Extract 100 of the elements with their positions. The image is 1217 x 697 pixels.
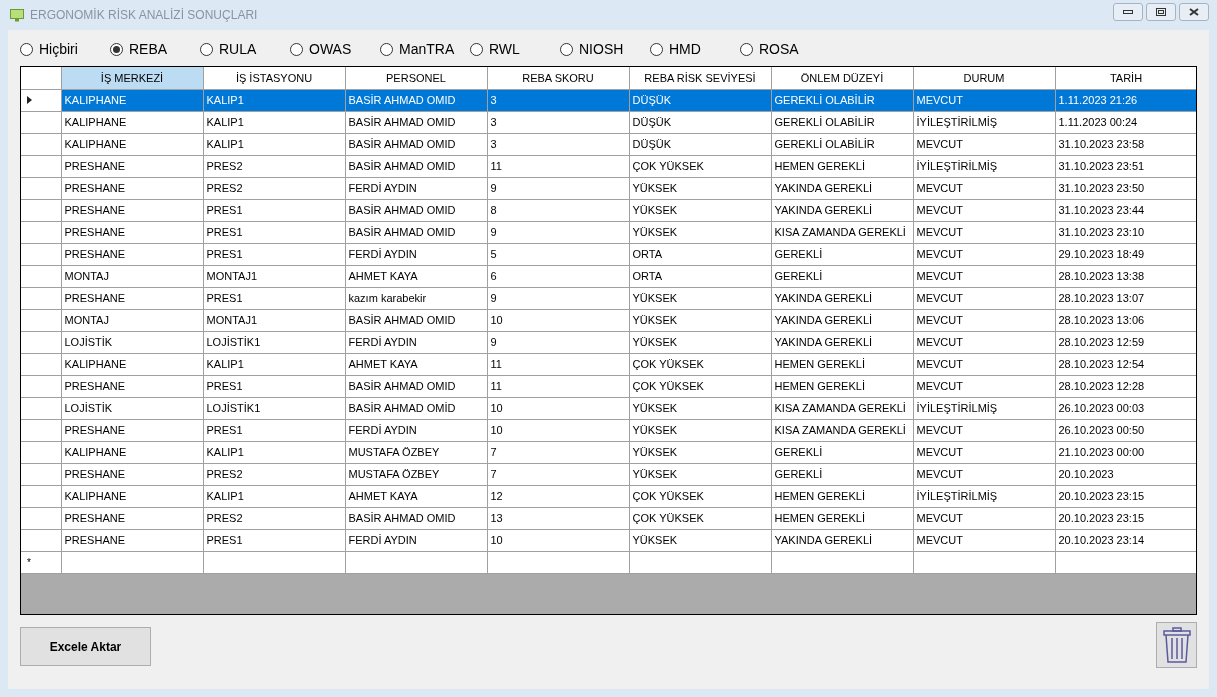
table-cell: BASİR AHMAD OMİD <box>345 397 487 419</box>
close-icon <box>1189 8 1199 16</box>
table-cell: PRES1 <box>203 419 345 441</box>
method-radio[interactable]: NIOSH <box>560 38 650 60</box>
table-cell: KISA ZAMANDA GEREKLİ <box>771 221 913 243</box>
table-cell: 8 <box>487 199 629 221</box>
table-cell: YAKINDA GEREKLİ <box>771 199 913 221</box>
table-cell: YÜKSEK <box>629 441 771 463</box>
table-cell: HEMEN GEREKLİ <box>771 375 913 397</box>
method-radio[interactable]: ROSA <box>740 38 830 60</box>
export-button[interactable]: Excele Aktar <box>20 627 151 666</box>
method-radio[interactable]: Hiçbiri <box>20 38 110 60</box>
table-cell: 9 <box>487 331 629 353</box>
table-cell: PRESHANE <box>61 177 203 199</box>
table-cell: MUSTAFA ÖZBEY <box>345 441 487 463</box>
method-radio[interactable]: OWAS <box>290 38 380 60</box>
table-cell: YAKINDA GEREKLİ <box>771 529 913 551</box>
table-cell: 31.10.2023 23:51 <box>1055 155 1196 177</box>
table-cell: PRES2 <box>203 155 345 177</box>
table-cell: YAKINDA GEREKLİ <box>771 309 913 331</box>
table-cell: DÜŞÜK <box>629 111 771 133</box>
table-cell: HEMEN GEREKLİ <box>771 155 913 177</box>
table-cell: 13 <box>487 507 629 529</box>
table-cell: PRES1 <box>203 529 345 551</box>
table-cell: GEREKLİ <box>771 463 913 485</box>
table-cell: ÇOK YÜKSEK <box>629 507 771 529</box>
table-cell: 7 <box>487 463 629 485</box>
table-cell: FERDİ AYDIN <box>345 419 487 441</box>
table-cell: 6 <box>487 265 629 287</box>
table-cell: PRESHANE <box>61 155 203 177</box>
method-radio[interactable]: HMD <box>650 38 740 60</box>
table-cell: PRESHANE <box>61 463 203 485</box>
table-cell: 9 <box>487 287 629 309</box>
table-cell: KALIPHANE <box>61 353 203 375</box>
table-cell: 11 <box>487 353 629 375</box>
trash-icon <box>1162 627 1191 663</box>
table-cell: PRES2 <box>203 463 345 485</box>
table-cell: PRES2 <box>203 177 345 199</box>
column-header[interactable]: DURUM <box>913 67 1055 89</box>
method-radio[interactable]: RULA <box>200 38 290 60</box>
table-cell: MEVCUT <box>913 243 1055 265</box>
column-header[interactable]: İŞ İSTASYONU <box>203 67 345 89</box>
table-cell: LOJİSTİK1 <box>203 331 345 353</box>
table-cell: GEREKLİ <box>771 243 913 265</box>
table-cell: KALIPHANE <box>61 485 203 507</box>
table-cell: LOJİSTİK1 <box>203 397 345 419</box>
table-cell: 28.10.2023 12:54 <box>1055 353 1196 375</box>
table-cell: 12 <box>487 485 629 507</box>
app-icon <box>10 8 24 22</box>
table-cell: PRES1 <box>203 243 345 265</box>
table-cell: LOJİSTİK <box>61 397 203 419</box>
table-cell: YÜKSEK <box>629 199 771 221</box>
table-cell: FERDİ AYDIN <box>345 177 487 199</box>
table-cell: FERDİ AYDIN <box>345 331 487 353</box>
table-cell: 9 <box>487 221 629 243</box>
table-cell: KALIP1 <box>203 485 345 507</box>
table-cell: MEVCUT <box>913 375 1055 397</box>
column-header[interactable]: ÖNLEM DÜZEYİ <box>771 67 913 89</box>
maximize-button[interactable] <box>1146 3 1176 21</box>
table-cell: KALIP1 <box>203 441 345 463</box>
table-cell: YÜKSEK <box>629 177 771 199</box>
method-radio[interactable]: ManTRA <box>380 38 470 60</box>
table-cell: BASİR AHMAD OMID <box>345 111 487 133</box>
table-cell: KALIP1 <box>203 111 345 133</box>
column-header[interactable]: İŞ MERKEZİ <box>61 67 203 89</box>
table-cell: KALIP1 <box>203 353 345 375</box>
new-row-marker: * <box>27 556 31 568</box>
close-button[interactable] <box>1179 3 1209 21</box>
table-cell: 20.10.2023 23:15 <box>1055 507 1196 529</box>
table-cell: 28.10.2023 13:06 <box>1055 309 1196 331</box>
table-cell: MEVCUT <box>913 89 1055 111</box>
table-cell: PRES2 <box>203 507 345 529</box>
table-cell: LOJİSTİK <box>61 331 203 353</box>
table-cell: ORTA <box>629 265 771 287</box>
method-radio[interactable]: REBA <box>110 38 200 60</box>
table-cell: MEVCUT <box>913 133 1055 155</box>
method-radio[interactable]: RWL <box>470 38 560 60</box>
table-cell: kazım karabekir <box>345 287 487 309</box>
table-cell: 3 <box>487 89 629 111</box>
maximize-icon <box>1156 8 1166 16</box>
table-cell: BASİR AHMAD OMID <box>345 221 487 243</box>
table-cell: 26.10.2023 00:03 <box>1055 397 1196 419</box>
table-cell: MONTAJ <box>61 265 203 287</box>
table-cell: YÜKSEK <box>629 309 771 331</box>
column-header[interactable]: TARİH <box>1055 67 1196 89</box>
delete-button[interactable] <box>1156 622 1197 668</box>
table-cell: 21.10.2023 00:00 <box>1055 441 1196 463</box>
column-header[interactable]: REBA RİSK SEVİYESİ <box>629 67 771 89</box>
minimize-button[interactable] <box>1113 3 1143 21</box>
table-cell: MEVCUT <box>913 529 1055 551</box>
table-cell: MEVCUT <box>913 419 1055 441</box>
table-cell: 11 <box>487 155 629 177</box>
column-header[interactable]: PERSONEL <box>345 67 487 89</box>
table-cell: KISA ZAMANDA GEREKLİ <box>771 419 913 441</box>
window-title: ERGONOMİK RİSK ANALİZİ SONUÇLARI <box>30 7 258 24</box>
table-cell: 20.10.2023 23:15 <box>1055 485 1196 507</box>
table-cell: İYİLEŞTİRİLMİŞ <box>913 485 1055 507</box>
table-cell: 29.10.2023 18:49 <box>1055 243 1196 265</box>
column-header[interactable]: REBA SKORU <box>487 67 629 89</box>
table-cell: DÜŞÜK <box>629 133 771 155</box>
